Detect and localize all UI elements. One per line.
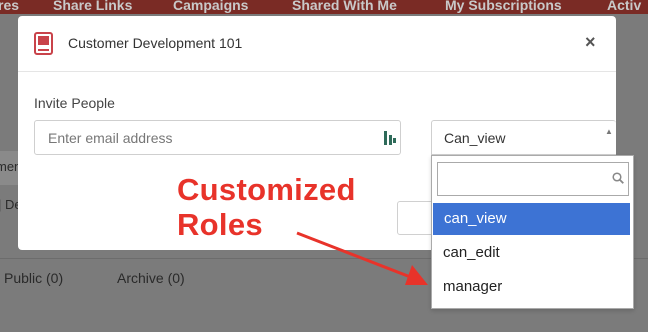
tab-public[interactable]: Public (0) xyxy=(4,270,63,286)
role-dropdown-menu: can_view can_edit manager xyxy=(431,155,634,309)
nav-item-resources[interactable]: res xyxy=(0,0,19,13)
tab-archive[interactable]: Archive (0) xyxy=(117,270,185,286)
nav-item-campaigns[interactable]: Campaigns xyxy=(173,0,248,13)
autofill-extension-icon[interactable] xyxy=(384,131,396,145)
email-input-placeholder: Enter email address xyxy=(48,130,173,146)
close-icon[interactable]: × xyxy=(585,32,596,53)
caret-up-icon: ▲ xyxy=(605,127,613,136)
annotation-label: Roles xyxy=(177,207,263,242)
email-input[interactable]: Enter email address xyxy=(34,120,401,155)
role-option-can-view[interactable]: can_view xyxy=(433,203,630,235)
role-select[interactable]: Can_view ▲ xyxy=(431,120,616,155)
nav-item-shared-with-me[interactable]: Shared With Me xyxy=(292,0,397,13)
book-icon xyxy=(34,32,53,55)
annotation-label: Customized xyxy=(177,172,356,207)
role-option-can-edit[interactable]: can_edit xyxy=(432,237,629,269)
modal-header: Customer Development 101 × xyxy=(18,16,616,72)
invite-people-label: Invite People xyxy=(34,95,115,111)
modal-title: Customer Development 101 xyxy=(68,35,243,51)
role-select-value: Can_view xyxy=(444,130,506,146)
top-navigation-bar: res Share Links Campaigns Shared With Me… xyxy=(0,0,648,14)
dropdown-search-input[interactable] xyxy=(437,162,629,196)
nav-item-activity[interactable]: Activ xyxy=(607,0,641,13)
search-icon xyxy=(612,172,624,184)
nav-item-my-subscriptions[interactable]: My Subscriptions xyxy=(445,0,562,13)
role-option-manager[interactable]: manager xyxy=(432,271,629,303)
nav-item-share-links[interactable]: Share Links xyxy=(53,0,132,13)
